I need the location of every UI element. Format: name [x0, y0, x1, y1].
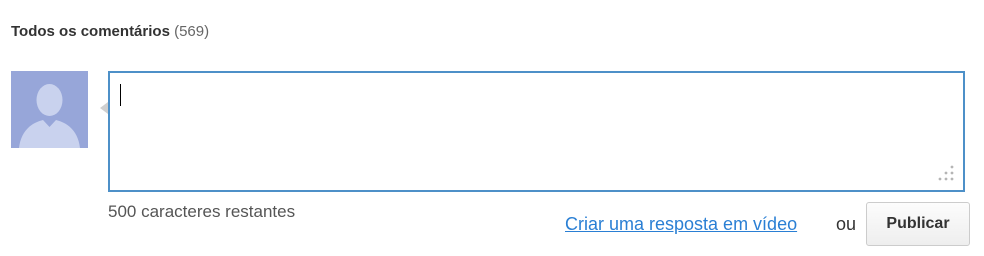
or-text: ou [836, 214, 857, 234]
characters-remaining: 500 caracteres restantes [108, 202, 296, 221]
comment-input[interactable] [110, 73, 963, 190]
comments-section: Todos os comentários (569) 500 caractere… [0, 0, 984, 256]
text-caret [120, 84, 121, 106]
video-response-link[interactable]: Criar uma resposta em vídeo [565, 213, 797, 235]
comments-title: Todos os comentários [11, 23, 170, 40]
comment-box[interactable] [108, 71, 965, 192]
resize-grip-icon[interactable] [937, 164, 955, 182]
user-silhouette-icon [11, 71, 88, 148]
comment-box-pointer [100, 102, 108, 114]
comments-count: (569) [174, 23, 210, 40]
comments-header: Todos os comentários (569) [11, 22, 209, 42]
publish-button[interactable]: Publicar [866, 202, 970, 246]
avatar [11, 71, 88, 148]
